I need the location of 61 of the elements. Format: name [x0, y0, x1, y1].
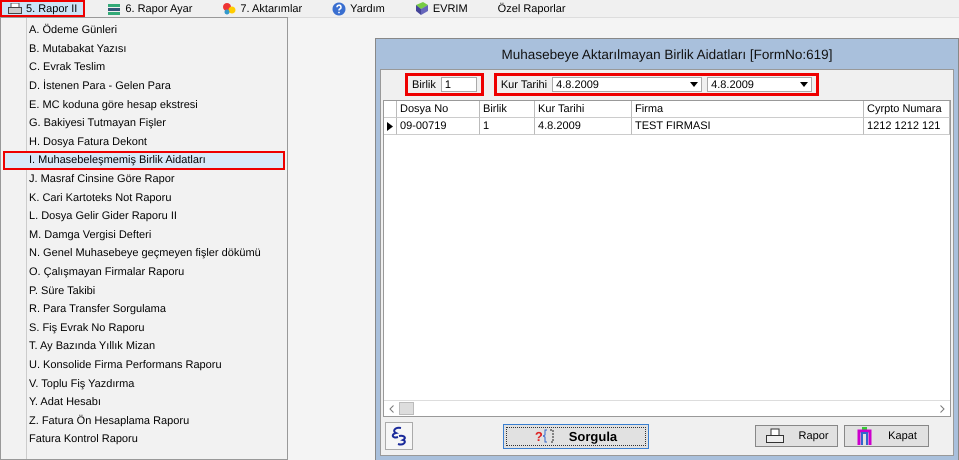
scroll-right-icon[interactable] — [940, 404, 945, 412]
menu-item[interactable]: Y. Adat Hesabı — [3, 392, 285, 412]
column-header[interactable]: Birlik — [480, 101, 535, 118]
horizontal-scrollbar[interactable] — [384, 400, 950, 416]
action-button[interactable]: Rapor — [755, 425, 838, 447]
menu-item[interactable]: L. Dosya Gelir Gider Raporu II — [3, 206, 285, 226]
table-cell: 09-00719 — [397, 118, 480, 135]
menu-item[interactable]: S. Fiş Evrak No Raporu — [3, 318, 285, 338]
menu-item[interactable]: G. Bakiyesi Tutmayan Fişler — [3, 114, 285, 133]
menu-item[interactable]: Özel Raporlar — [490, 0, 574, 17]
scroll-thumb[interactable] — [399, 402, 414, 415]
menu-item[interactable]: D. İstenen Para - Gelen Para — [3, 76, 285, 96]
menu-item[interactable]: M. Damga Vergisi Defteri — [3, 226, 285, 244]
logo-icon[interactable] — [385, 422, 413, 450]
door-exit-icon — [856, 427, 874, 445]
menu-item[interactable]: K. Cari Kartoteks Not Raporu — [3, 188, 285, 207]
menu-item[interactable]: V. Toplu Fiş Yazdırma — [3, 374, 285, 393]
help-icon — [332, 2, 346, 16]
menu-item[interactable]: EVRIM — [406, 0, 476, 17]
menu-item[interactable]: A. Ödeme Günleri — [3, 21, 285, 40]
menu-item[interactable]: B. Mutabakat Yazısı — [3, 40, 285, 58]
menu-item[interactable]: 7. Aktarımlar — [214, 0, 310, 17]
menu-item[interactable]: Z. Fatura Ön Hesaplama Raporu — [3, 411, 285, 430]
date-picker[interactable]: 4.8.2009 — [707, 77, 812, 92]
menu-item[interactable]: P. Süre Takibi — [3, 281, 285, 300]
dropdown-icon — [800, 82, 808, 87]
menu-item[interactable]: N. Genel Muhasebeye geçmeyen fişler dökümü — [3, 244, 285, 263]
column-header[interactable]: Firma — [632, 101, 864, 118]
column-header[interactable]: Cyrpto Numara — [864, 101, 950, 118]
column-header[interactable]: Dosya No — [397, 101, 480, 118]
field-label: Kur Tarihi — [500, 78, 548, 90]
field-label: Birlik — [412, 78, 436, 90]
table-cell: 4.8.2009 — [535, 118, 632, 135]
menu-item[interactable]: R. Para Transfer Sorgulama — [3, 300, 285, 318]
input-field[interactable]: 1 — [440, 77, 477, 92]
menu-item[interactable]: 6. Rapor Ayar — [99, 0, 200, 17]
table-cell: 1 — [480, 118, 535, 135]
action-button[interactable]: Kapat — [844, 425, 929, 447]
window-title: Muhasebeye Aktarılmayan Birlik Aidatları [FormNo:619] — [500, 46, 834, 64]
menu-item[interactable]: T. Ay Bazında Yıllık Mizan — [3, 337, 285, 356]
menu-item[interactable]: Yardım — [324, 0, 393, 17]
menu-item[interactable]: O. Çalışmayan Firmalar Raporu — [3, 262, 285, 282]
date-picker[interactable]: 4.8.2009 — [552, 77, 702, 92]
menu-item[interactable]: Fatura Kontrol Raporu — [3, 430, 285, 449]
menu-item[interactable]: U. Konsolide Firma Performans Raporu — [3, 356, 285, 374]
printer-icon — [764, 428, 785, 444]
menu-item[interactable]: H. Dosya Fatura Dekont — [3, 132, 285, 152]
menu-item[interactable]: I. Muhasebeleşmemiş Birlik Aidatları — [3, 151, 285, 170]
bracket-icon — [542, 429, 555, 443]
menu-item[interactable]: E. MC koduna göre hesap ekstresi — [3, 95, 285, 114]
table-cell: 1212 1212 121 — [864, 118, 950, 135]
menu-item[interactable]: 5. Rapor II — [0, 0, 86, 17]
menu-item[interactable]: C. Evrak Teslim — [3, 58, 285, 77]
printer-icon — [8, 2, 22, 14]
action-button[interactable]: ? Sorgula — [503, 424, 649, 448]
column-header[interactable]: Kur Tarihi — [535, 101, 632, 118]
table-cell: TEST FIRMASI — [632, 118, 864, 135]
question-mark-icon: ? — [534, 428, 543, 444]
dropdown-icon — [690, 82, 698, 87]
scroll-left-icon[interactable] — [389, 404, 394, 412]
menu-item[interactable]: J. Masraf Cinsine Göre Rapor — [3, 170, 285, 188]
